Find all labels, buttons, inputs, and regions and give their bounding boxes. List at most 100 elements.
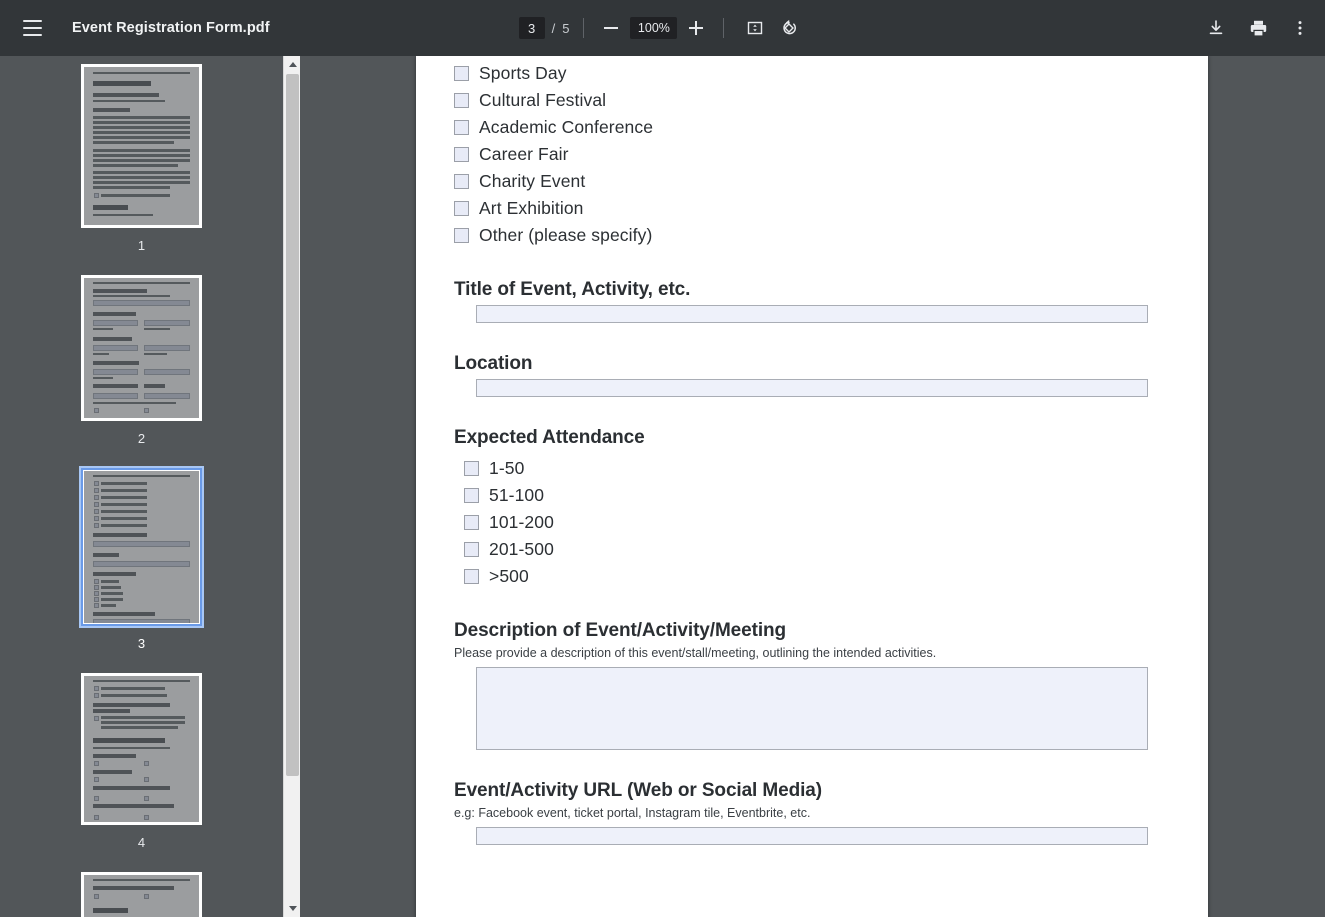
checkbox-label: Other (please specify) [479, 225, 652, 246]
location-input[interactable] [476, 379, 1148, 397]
section-event-url: Event/Activity URL (Web or Social Media)… [454, 780, 1170, 845]
checkbox-row[interactable]: 201-500 [464, 536, 1170, 563]
rotate-button[interactable] [775, 14, 803, 42]
zoom-level-label[interactable]: 100% [630, 17, 677, 39]
page-separator: / [552, 21, 556, 36]
section-location: Location [454, 353, 1170, 397]
event-url-input[interactable] [476, 827, 1148, 845]
section-subtext: e.g: Facebook event, ticket portal, Inst… [454, 806, 1170, 820]
attendance-checkbox-group: 1-50 51-100 101-200 201-500 [464, 455, 1170, 590]
thumbnail-page-1[interactable]: 1 [0, 64, 283, 275]
scroll-down-arrow-icon[interactable] [284, 900, 301, 917]
thumbnail-preview-5 [84, 875, 199, 917]
checkbox-icon[interactable] [454, 228, 469, 243]
thumbnail-frame-3 [81, 468, 202, 626]
thumbnail-page-4[interactable]: 4 [0, 673, 283, 872]
checkbox-label: Sports Day [479, 63, 567, 84]
download-icon [1206, 18, 1226, 38]
scroll-up-arrow-icon[interactable] [284, 56, 301, 73]
more-options-button[interactable] [1286, 14, 1314, 42]
print-button[interactable] [1244, 14, 1272, 42]
total-pages-label: 5 [562, 21, 569, 36]
section-description: Description of Event/Activity/Meeting Pl… [454, 620, 1170, 750]
thumbnail-frame-4 [81, 673, 202, 825]
section-title-of-event: Title of Event, Activity, etc. [454, 279, 1170, 323]
checkbox-row[interactable]: >500 [464, 563, 1170, 590]
download-button[interactable] [1202, 14, 1230, 42]
checkbox-icon[interactable] [454, 93, 469, 108]
thumbnail-strip: 1 [0, 56, 283, 917]
checkbox-icon[interactable] [464, 488, 479, 503]
checkbox-icon[interactable] [464, 461, 479, 476]
thumbnail-preview-3 [84, 471, 199, 623]
checkbox-row[interactable]: 101-200 [464, 509, 1170, 536]
checkbox-icon[interactable] [454, 66, 469, 81]
page-number-input[interactable] [519, 17, 545, 39]
checkbox-row[interactable]: 51-100 [464, 482, 1170, 509]
section-subtext: Please provide a description of this eve… [454, 646, 1170, 660]
more-vertical-icon [1291, 19, 1309, 37]
section-heading: Expected Attendance [454, 427, 1170, 449]
thumbnail-label-3: 3 [138, 636, 145, 651]
checkbox-row[interactable]: Sports Day [454, 60, 1170, 87]
rotate-counterclockwise-icon [779, 18, 799, 38]
title-of-event-input[interactable] [476, 305, 1148, 323]
fit-to-page-icon [746, 19, 764, 37]
zoom-out-button[interactable] [598, 15, 624, 41]
toolbar-left-group: Event Registration Form.pdf [0, 14, 330, 42]
zoom-in-button[interactable] [683, 15, 709, 41]
sidebar-scrollbar[interactable] [283, 56, 300, 917]
scrollbar-thumb[interactable] [286, 74, 299, 776]
thumbnail-sidebar[interactable]: 1 [0, 56, 283, 917]
checkbox-label: 1-50 [489, 458, 524, 479]
checkbox-icon[interactable] [454, 174, 469, 189]
thumbnail-preview-2 [84, 278, 199, 418]
thumbnail-frame-1 [81, 64, 202, 228]
checkbox-label: Career Fair [479, 144, 569, 165]
fit-to-page-button[interactable] [741, 14, 769, 42]
checkbox-row[interactable]: Charity Event [454, 168, 1170, 195]
section-heading: Event/Activity URL (Web or Social Media) [454, 780, 1170, 802]
checkbox-icon[interactable] [464, 515, 479, 530]
document-title: Event Registration Form.pdf [72, 20, 270, 36]
document-viewer[interactable]: Sports Day Cultural Festival Academic Co… [301, 56, 1325, 917]
thumbnail-preview-4 [84, 676, 199, 822]
checkbox-icon[interactable] [454, 201, 469, 216]
checkbox-row[interactable]: Career Fair [454, 141, 1170, 168]
thumbnail-label-2: 2 [138, 431, 145, 446]
print-icon [1248, 18, 1269, 39]
pdf-page-3: Sports Day Cultural Festival Academic Co… [416, 56, 1208, 917]
checkbox-label: Art Exhibition [479, 198, 584, 219]
checkbox-row[interactable]: Other (please specify) [454, 222, 1170, 249]
checkbox-row[interactable]: Academic Conference [454, 114, 1170, 141]
thumbnail-page-3[interactable]: 3 [0, 468, 283, 673]
section-heading: Description of Event/Activity/Meeting [454, 620, 1170, 642]
checkbox-icon[interactable] [464, 542, 479, 557]
checkbox-row[interactable]: Art Exhibition [454, 195, 1170, 222]
thumbnail-preview-1 [84, 67, 199, 225]
checkbox-label: 51-100 [489, 485, 544, 506]
hamburger-menu-icon[interactable] [18, 14, 46, 42]
thumbnail-page-2[interactable]: 2 [0, 275, 283, 468]
toolbar-right-group [1199, 0, 1317, 56]
checkbox-label: 101-200 [489, 512, 554, 533]
checkbox-label: >500 [489, 566, 529, 587]
checkbox-label: Cultural Festival [479, 90, 606, 111]
checkbox-label: Charity Event [479, 171, 585, 192]
checkbox-icon[interactable] [464, 569, 479, 584]
plus-icon-v [695, 21, 697, 35]
thumbnail-label-1: 1 [138, 238, 145, 253]
checkbox-row[interactable]: 1-50 [464, 455, 1170, 482]
section-heading: Location [454, 353, 1170, 375]
section-heading: Title of Event, Activity, etc. [454, 279, 1170, 301]
minus-icon [604, 27, 618, 29]
checkbox-icon[interactable] [454, 147, 469, 162]
page-content: Sports Day Cultural Festival Academic Co… [416, 56, 1208, 845]
pdf-toolbar: Event Registration Form.pdf / 5 100% [0, 0, 1325, 56]
checkbox-label: 201-500 [489, 539, 554, 560]
checkbox-label: Academic Conference [479, 117, 653, 138]
checkbox-row[interactable]: Cultural Festival [454, 87, 1170, 114]
checkbox-icon[interactable] [454, 120, 469, 135]
description-textarea[interactable] [476, 667, 1148, 750]
thumbnail-page-5[interactable]: 5 [0, 872, 283, 917]
